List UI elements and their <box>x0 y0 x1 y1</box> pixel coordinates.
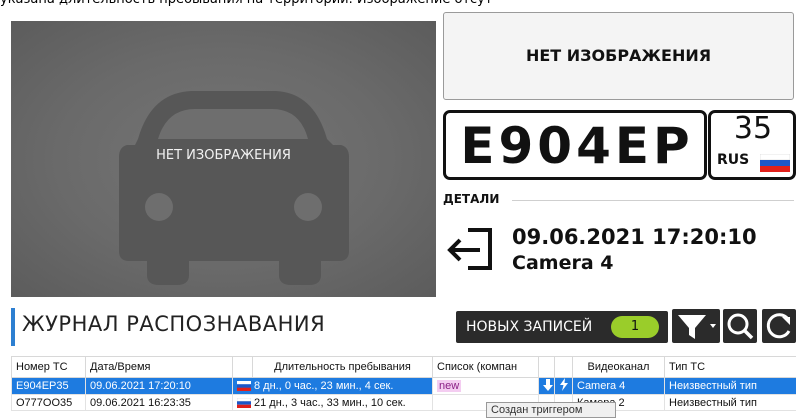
table-row[interactable]: O777OO35 09.06.2021 16:23:35 21 дн., 3 ч… <box>12 395 796 411</box>
cell-channel: Camera 4 <box>573 378 665 395</box>
table-header: Номер ТС Дата/Время Длительность пребыва… <box>12 357 796 378</box>
russia-flag-icon <box>237 381 251 391</box>
arrow-down-icon <box>543 379 553 391</box>
camera-no-image-label: НЕТ ИЗОБРАЖЕНИЯ <box>11 148 436 163</box>
cell-trigger[interactable] <box>555 378 573 395</box>
russia-flag-icon <box>237 398 251 408</box>
journal-title: ЖУРНАЛ РАСПОЗНАВАНИЯ <box>22 312 325 336</box>
search-icon <box>723 309 757 343</box>
vehicle-no-image-label: НЕТ ИЗОБРАЖЕНИЯ <box>443 46 794 65</box>
plate-country: RUS <box>717 152 749 168</box>
filter-icon <box>672 309 720 343</box>
column-header[interactable]: Длительность пребывания <box>253 357 433 378</box>
list-badge: new <box>437 380 461 392</box>
cell-arrow[interactable] <box>539 378 555 395</box>
details-label: ДЕТАЛИ <box>443 192 499 206</box>
cell-plate: O777OO35 <box>12 395 86 411</box>
column-header[interactable]: Список (компан <box>433 357 539 378</box>
column-header[interactable]: Видеоканал <box>573 357 665 378</box>
cell-type: Неизвестный тип <box>665 378 796 395</box>
duration-text: 21 дн., 3 час., 33 мин., 10 сек. <box>254 397 406 409</box>
duration-text: 8 дн., 0 час., 23 мин., 4 сек. <box>254 380 393 392</box>
lightning-icon <box>559 378 569 391</box>
column-header[interactable]: Дата/Время <box>86 357 233 378</box>
detail-datetime: 09.06.2021 17:20:10 <box>512 225 757 249</box>
plate-number: E904EP <box>449 118 705 174</box>
cell-duration: 8 дн., 0 час., 23 мин., 4 сек. <box>233 378 433 395</box>
refresh-button[interactable] <box>762 309 796 343</box>
cell-list: new <box>433 378 539 395</box>
column-header[interactable]: Номер ТС <box>12 357 86 378</box>
cell-type: Неизвестный тип <box>665 395 796 411</box>
plate-region: 35 <box>718 111 788 147</box>
journal-accent-bar <box>11 308 15 346</box>
details-divider <box>512 200 794 201</box>
cell-duration: 21 дн., 3 час., 33 мин., 10 сек. <box>233 395 433 411</box>
enter-icon <box>446 218 506 278</box>
column-header[interactable]: Тип ТС <box>665 357 796 378</box>
table-row[interactable]: E904EP35 09.06.2021 17:20:10 8 дн., 0 ча… <box>12 378 796 395</box>
filter-button[interactable] <box>672 309 720 343</box>
russia-flag-icon <box>760 154 790 172</box>
refresh-icon <box>762 309 796 343</box>
tooltip: Создан триггером <box>486 402 616 418</box>
column-header[interactable] <box>233 357 253 378</box>
new-records-label: НОВЫХ ЗАПИСЕЙ <box>466 319 592 335</box>
new-records-count[interactable]: 1 <box>611 316 659 338</box>
recognition-table: Номер ТС Дата/Время Длительность пребыва… <box>11 356 796 411</box>
cell-plate: E904EP35 <box>12 378 86 395</box>
cell-datetime: 09.06.2021 16:23:35 <box>86 395 233 411</box>
top-caption: указана длительность пребывания на терри… <box>0 0 796 8</box>
search-button[interactable] <box>723 309 757 343</box>
column-header[interactable] <box>555 357 573 378</box>
cell-datetime: 09.06.2021 17:20:10 <box>86 378 233 395</box>
detail-camera: Camera 4 <box>512 252 613 274</box>
column-header[interactable] <box>539 357 555 378</box>
